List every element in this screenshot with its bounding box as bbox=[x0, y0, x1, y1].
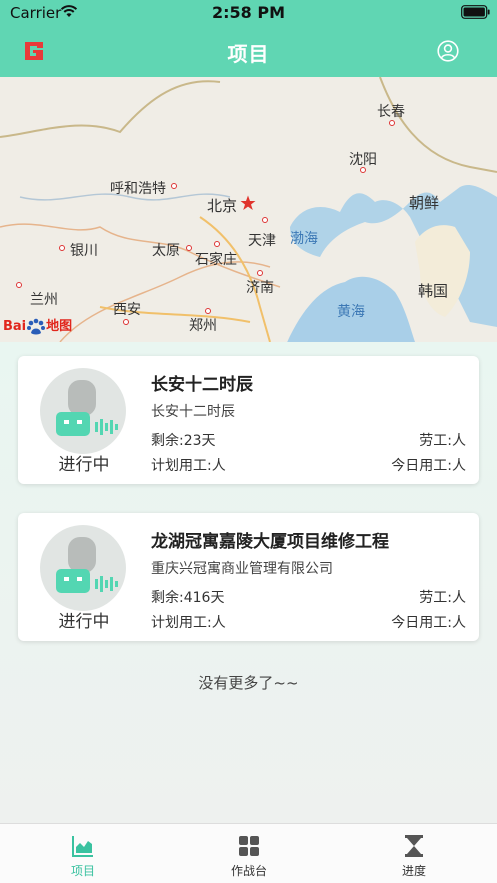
map-sea-bohai: 渤海 bbox=[290, 231, 318, 247]
status-time: 2:58 PM bbox=[211, 3, 285, 22]
city-dot bbox=[16, 282, 22, 288]
project-card[interactable]: 进行中 长安十二时辰 长安十二时辰 剩余:23天 劳工:人 计划用工:人 今日用… bbox=[18, 356, 479, 484]
project-today: 今日用工:人 bbox=[391, 615, 466, 631]
grid-icon bbox=[239, 836, 259, 856]
map-city-hohhot: 呼和浩特 bbox=[110, 181, 166, 197]
map-city-jinan: 济南 bbox=[246, 280, 274, 296]
city-dot bbox=[262, 217, 268, 223]
tab-label: 作战台 bbox=[230, 864, 267, 878]
city-dot bbox=[214, 241, 220, 247]
project-status-icon bbox=[40, 368, 126, 454]
nav-bar: 项目 bbox=[0, 26, 497, 77]
map-sea-yellow: 黄海 bbox=[337, 304, 365, 320]
map-city-tianjin: 天津 bbox=[248, 233, 276, 249]
project-remaining: 剩余:23天 bbox=[151, 433, 216, 449]
map-city-zhengzhou: 郑州 bbox=[189, 318, 217, 334]
capital-star-icon bbox=[240, 195, 256, 210]
project-list[interactable]: 进行中 长安十二时辰 长安十二时辰 剩余:23天 劳工:人 计划用工:人 今日用… bbox=[0, 342, 497, 823]
app-header: Carrier 2:58 PM 项目 bbox=[0, 0, 497, 77]
page-title: 项目 bbox=[227, 42, 270, 66]
project-company: 重庆兴冠寓商业管理有限公司 bbox=[151, 561, 333, 577]
project-today: 今日用工:人 bbox=[391, 458, 466, 474]
project-company: 长安十二时辰 bbox=[151, 404, 235, 420]
tab-projects[interactable]: 项目 bbox=[0, 824, 166, 883]
tab-label: 项目 bbox=[70, 864, 95, 878]
project-remaining: 剩余:416天 bbox=[151, 590, 225, 606]
city-dot bbox=[360, 167, 366, 173]
city-dot bbox=[389, 120, 395, 126]
project-status-icon bbox=[40, 525, 126, 611]
project-card[interactable]: 进行中 龙湖冠寓嘉陵大厦项目维修工程 重庆兴冠寓商业管理有限公司 剩余:416天… bbox=[18, 513, 479, 641]
project-planned: 计划用工:人 bbox=[151, 458, 226, 474]
map-city-shenyang: 沈阳 bbox=[349, 152, 377, 168]
project-name: 长安十二时辰 bbox=[151, 375, 253, 395]
list-end-text: 没有更多了~~ bbox=[198, 674, 299, 692]
tab-workbench[interactable]: 作战台 bbox=[166, 824, 332, 883]
map-city-changchun: 长春 bbox=[377, 104, 405, 120]
map-city-lanzhou: 兰州 bbox=[30, 292, 58, 308]
status-bar: Carrier 2:58 PM bbox=[0, 0, 497, 26]
map-country-north-korea: 朝鲜 bbox=[409, 194, 440, 212]
project-name: 龙湖冠寓嘉陵大厦项目维修工程 bbox=[151, 532, 389, 552]
city-dot bbox=[123, 319, 129, 325]
map-city-xian: 西安 bbox=[113, 302, 141, 318]
city-dot bbox=[186, 245, 192, 251]
project-status-label: 进行中 bbox=[58, 455, 110, 475]
map-city-yinchuan: 银川 bbox=[70, 243, 98, 259]
map-city-shijiazhuang: 石家庄 bbox=[195, 252, 237, 268]
project-workers: 劳工:人 bbox=[419, 590, 466, 606]
city-dot bbox=[205, 308, 211, 314]
city-dot bbox=[171, 183, 177, 189]
tab-progress[interactable]: 进度 bbox=[331, 824, 497, 883]
city-dot bbox=[59, 245, 65, 251]
baidu-map-logo: Bai 地图 bbox=[3, 318, 73, 334]
map-country-south-korea: 韩国 bbox=[418, 282, 449, 300]
project-workers: 劳工:人 bbox=[419, 433, 466, 449]
map-view[interactable]: 长春 沈阳 呼和浩特 北京 天津 银川 太原 石家庄 兰州 济南 西安 郑州 朝… bbox=[0, 77, 497, 342]
project-planned: 计划用工:人 bbox=[151, 615, 226, 631]
chart-icon bbox=[72, 836, 93, 857]
tab-bar: 项目 作战台 进度 bbox=[0, 823, 497, 883]
paw-icon bbox=[27, 318, 46, 334]
map-city-beijing: 北京 bbox=[207, 197, 238, 215]
city-dot bbox=[257, 270, 263, 276]
map-city-taiyuan: 太原 bbox=[152, 243, 180, 259]
project-status-label: 进行中 bbox=[58, 612, 110, 632]
tab-label: 进度 bbox=[401, 864, 426, 878]
battery-icon bbox=[461, 5, 490, 19]
hourglass-icon bbox=[405, 835, 423, 857]
user-profile-icon[interactable] bbox=[437, 40, 459, 62]
